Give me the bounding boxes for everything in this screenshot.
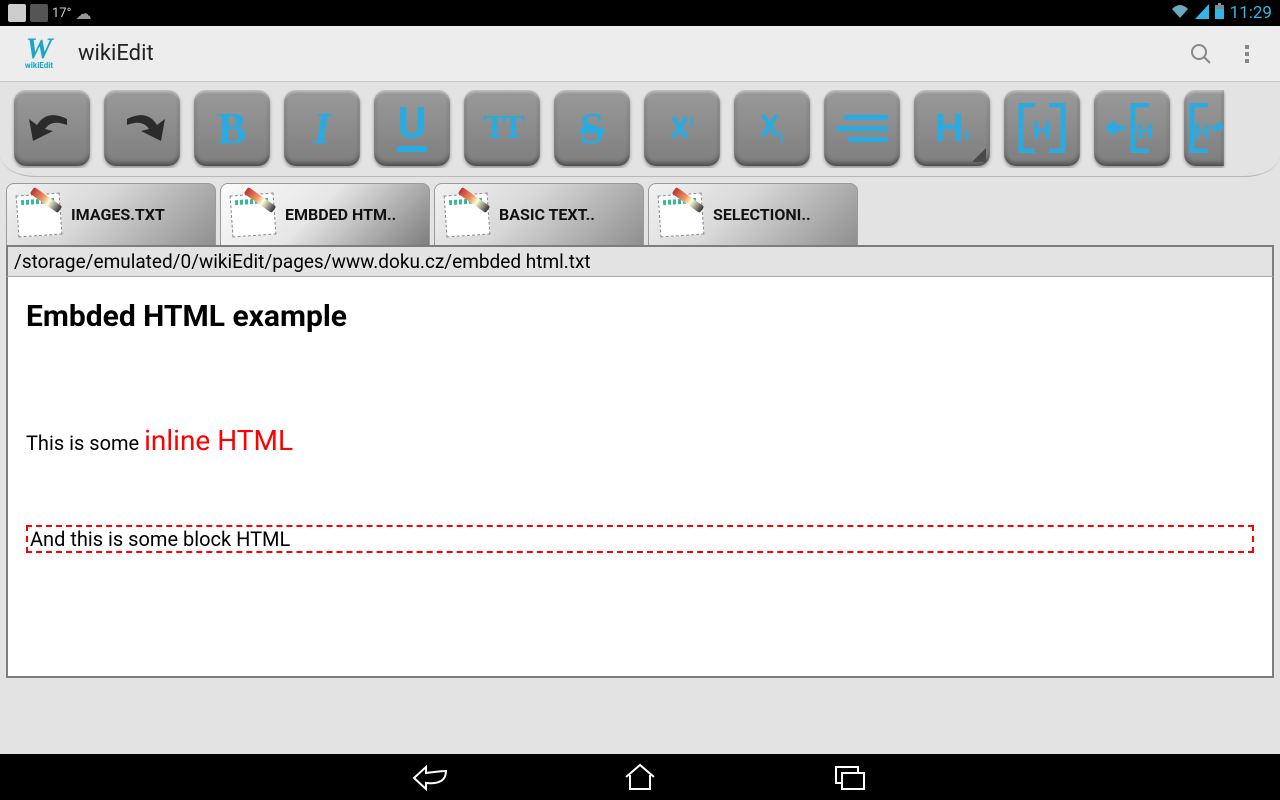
recent-apps-icon	[832, 763, 868, 791]
svg-text:H: H	[1194, 119, 1210, 144]
weather-cloud-icon: ☁	[75, 4, 91, 23]
heading-brackets-button[interactable]: H	[1004, 90, 1080, 166]
wifi-icon	[1171, 4, 1189, 23]
content-text: This is some	[26, 431, 144, 455]
strikethrough-icon: S	[580, 103, 604, 154]
superscript-icon: XI	[670, 111, 693, 146]
redo-button[interactable]	[104, 90, 180, 166]
status-notifications: 17° ☁	[8, 4, 1171, 23]
italic-icon: I	[313, 103, 330, 154]
format-toolbar: B I U TT S XI XI HI H H	[0, 82, 1280, 177]
android-nav-bar	[0, 754, 1280, 800]
tab-selection[interactable]: SELECTIONI..	[648, 183, 858, 245]
document-icon	[445, 194, 489, 236]
subscript-button[interactable]: XI	[734, 90, 810, 166]
action-bar: W wikiEdit wikiEdit	[0, 26, 1280, 82]
content-block-html: And this is some block HTML	[26, 525, 1254, 553]
undo-button[interactable]	[14, 90, 90, 166]
monospace-icon: TT	[483, 109, 520, 147]
subscript-icon: XI	[760, 109, 783, 147]
signal-icon	[1195, 4, 1209, 23]
monospace-button[interactable]: TT	[464, 90, 540, 166]
heading-right-icon: H	[1184, 103, 1224, 153]
document-tabs: IMAGES.TXT EMBDED HTM.. BASIC TEXT.. SEL…	[0, 177, 1280, 245]
overflow-menu-button[interactable]	[1224, 31, 1270, 77]
tab-label: BASIC TEXT..	[499, 205, 595, 224]
document-icon	[231, 194, 275, 236]
heading-icon: HI	[935, 106, 969, 151]
status-clock: 11:29	[1230, 3, 1272, 23]
content-inline-html: inline HTML	[144, 424, 293, 457]
redo-icon	[117, 111, 167, 145]
dropdown-corner-icon	[972, 148, 986, 162]
tab-label: IMAGES.TXT	[71, 205, 165, 224]
tab-basic-text[interactable]: BASIC TEXT..	[434, 183, 644, 245]
app-logo-glyph: W	[26, 37, 53, 61]
nav-recent-button[interactable]	[825, 760, 875, 794]
overflow-icon	[1245, 45, 1249, 63]
strikethrough-button[interactable]: S	[554, 90, 630, 166]
app-logo-subtext: wikiEdit	[25, 61, 53, 70]
nav-back-button[interactable]	[405, 760, 455, 794]
content-line-inline: This is some inline HTML	[26, 424, 1254, 457]
search-icon	[1189, 42, 1213, 66]
status-temperature: 17°	[52, 6, 71, 21]
superscript-button[interactable]: XI	[644, 90, 720, 166]
italic-button[interactable]: I	[284, 90, 360, 166]
heading-button[interactable]: HI	[914, 90, 990, 166]
align-button[interactable]	[824, 90, 900, 166]
file-path: /storage/emulated/0/wikiEdit/pages/www.d…	[6, 245, 1274, 276]
notification-icon	[30, 4, 48, 22]
heading-left-icon: H	[1105, 103, 1159, 153]
home-icon	[622, 763, 658, 791]
nav-home-button[interactable]	[615, 760, 665, 794]
tab-label: EMBDED HTM..	[285, 205, 396, 224]
content-heading: Embded HTML example	[26, 299, 1254, 334]
heading-right-button[interactable]: H	[1184, 90, 1224, 166]
align-icon	[836, 115, 888, 142]
svg-text:H: H	[1137, 119, 1153, 144]
battery-icon	[1215, 3, 1224, 23]
notification-icon	[8, 4, 26, 22]
back-icon	[410, 763, 450, 791]
search-button[interactable]	[1178, 31, 1224, 77]
underline-button[interactable]: U	[374, 90, 450, 166]
bold-button[interactable]: B	[194, 90, 270, 166]
underline-icon: U	[397, 104, 426, 152]
document-icon	[17, 194, 61, 236]
app-logo[interactable]: W wikiEdit	[10, 34, 68, 74]
tab-embedded-html[interactable]: EMBDED HTM..	[220, 183, 430, 245]
tab-images[interactable]: IMAGES.TXT	[6, 183, 216, 245]
app-title: wikiEdit	[78, 41, 1178, 66]
document-icon	[659, 194, 703, 236]
bold-icon: B	[217, 103, 246, 154]
document-preview[interactable]: Embded HTML example This is some inline …	[6, 276, 1274, 678]
heading-brackets-icon: H	[1015, 103, 1069, 153]
heading-left-button[interactable]: H	[1094, 90, 1170, 166]
android-status-bar: 17° ☁ 11:29	[0, 0, 1280, 26]
tab-label: SELECTIONI..	[713, 205, 811, 224]
svg-text:H: H	[1033, 115, 1052, 145]
undo-icon	[27, 111, 77, 145]
